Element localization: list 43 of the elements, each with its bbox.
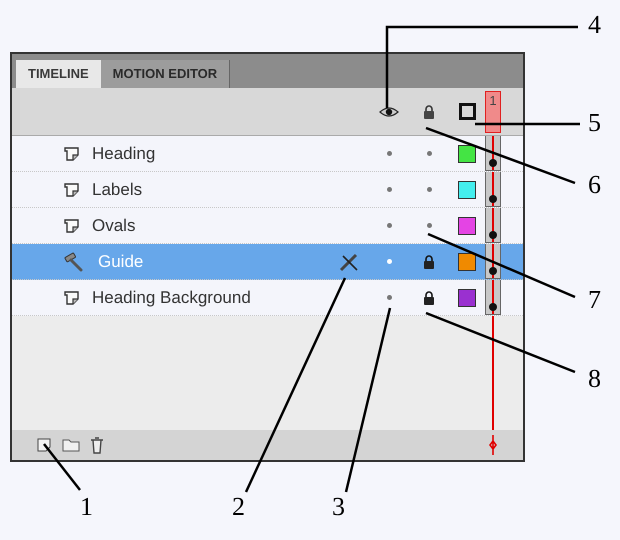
keyframe-cell[interactable] bbox=[485, 208, 501, 243]
layer-icon bbox=[64, 182, 80, 196]
layer-color-swatch[interactable] bbox=[458, 180, 476, 198]
layer-color-swatch[interactable] bbox=[458, 216, 476, 234]
layer-name: Ovals bbox=[92, 214, 136, 237]
layer-row[interactable]: Heading Background bbox=[12, 280, 523, 316]
playhead-anchor-icon bbox=[488, 435, 498, 455]
layer-row[interactable]: Ovals bbox=[12, 208, 523, 244]
folder-icon[interactable] bbox=[62, 438, 80, 452]
callout-number: 8 bbox=[588, 364, 601, 394]
layer-icon bbox=[64, 290, 80, 304]
panel-tab[interactable]: TIMELINE bbox=[16, 60, 101, 88]
layer-name: Heading bbox=[92, 142, 156, 165]
layer-name: Labels bbox=[92, 178, 142, 201]
callout-number: 3 bbox=[332, 492, 345, 522]
panel-tab[interactable]: MOTION EDITOR bbox=[100, 60, 230, 88]
layer-row[interactable]: Labels bbox=[12, 172, 523, 208]
layer-color-swatch[interactable] bbox=[458, 288, 476, 306]
outline-icon[interactable] bbox=[458, 103, 476, 120]
trash-icon[interactable] bbox=[90, 436, 104, 454]
layer-color-swatch[interactable] bbox=[458, 144, 476, 162]
layer-icon bbox=[64, 218, 80, 232]
leader-line bbox=[43, 443, 81, 491]
layer-name: Guide bbox=[98, 250, 144, 273]
callout-number: 2 bbox=[232, 492, 245, 522]
layer-color-swatch[interactable] bbox=[458, 252, 476, 270]
keyframe-cell[interactable] bbox=[485, 280, 501, 315]
layer-name: Heading Background bbox=[92, 286, 251, 309]
callout-number: 6 bbox=[588, 170, 601, 200]
lock-icon[interactable] bbox=[423, 254, 435, 268]
lock-icon[interactable] bbox=[423, 104, 435, 118]
keyframe-cell[interactable] bbox=[485, 136, 501, 171]
callout-number: 7 bbox=[588, 285, 601, 315]
layer-icon bbox=[64, 146, 80, 160]
callout-number: 5 bbox=[588, 108, 601, 138]
callout-number: 1 bbox=[80, 492, 93, 522]
lock-icon[interactable] bbox=[423, 290, 435, 304]
keyframe-cell[interactable] bbox=[485, 172, 501, 207]
eye-icon[interactable] bbox=[379, 106, 399, 118]
callout-number: 4 bbox=[588, 10, 601, 40]
playhead-marker[interactable]: 1 bbox=[485, 90, 501, 132]
layer-row[interactable]: Heading bbox=[12, 136, 523, 172]
keyframe-cell[interactable] bbox=[485, 244, 501, 279]
